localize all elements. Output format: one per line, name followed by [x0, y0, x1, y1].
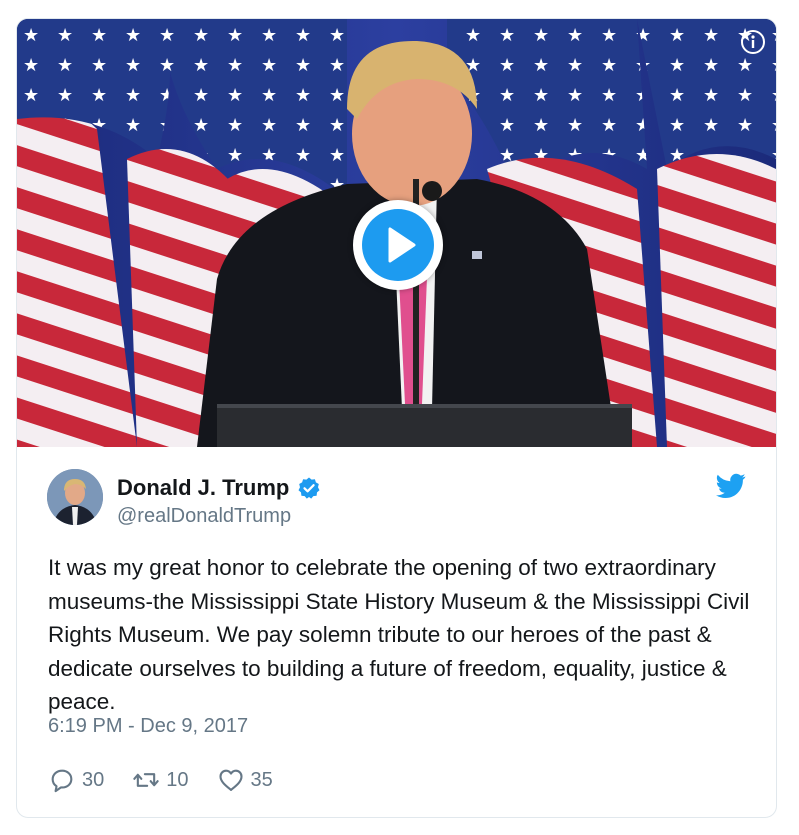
retweet-icon — [133, 773, 159, 787]
author-handle[interactable]: @realDonaldTrump — [117, 505, 291, 528]
reply-count: 30 — [82, 768, 105, 791]
retweet-button[interactable]: 10 — [132, 766, 189, 794]
play-button[interactable] — [353, 200, 443, 290]
play-icon — [388, 227, 416, 263]
tweet-body: Donald J. Trump @realDonaldTrump It was … — [17, 447, 776, 817]
tweet-timestamp[interactable]: 6:19 PM - Dec 9, 2017 — [48, 715, 248, 738]
like-count: 35 — [250, 768, 273, 791]
tweet-text: It was my great honor to celebrate the o… — [48, 555, 750, 714]
twitter-bird-icon[interactable] — [716, 473, 746, 499]
like-button[interactable]: 35 — [217, 766, 273, 794]
tweet-actions: 30 10 35 — [48, 765, 301, 795]
avatar[interactable] — [47, 469, 103, 525]
author-name-text[interactable]: Donald J. Trump — [117, 475, 289, 501]
reply-icon — [51, 769, 73, 793]
author-name[interactable]: Donald J. Trump — [117, 475, 321, 501]
verified-badge-icon — [297, 476, 321, 500]
retweet-count: 10 — [166, 768, 189, 791]
heart-icon — [218, 769, 243, 791]
info-icon[interactable] — [740, 29, 766, 55]
reply-button[interactable]: 30 — [48, 766, 104, 794]
video-thumbnail[interactable]: ★ — [17, 19, 776, 447]
tweet-embed-card: ★ — [16, 18, 777, 818]
